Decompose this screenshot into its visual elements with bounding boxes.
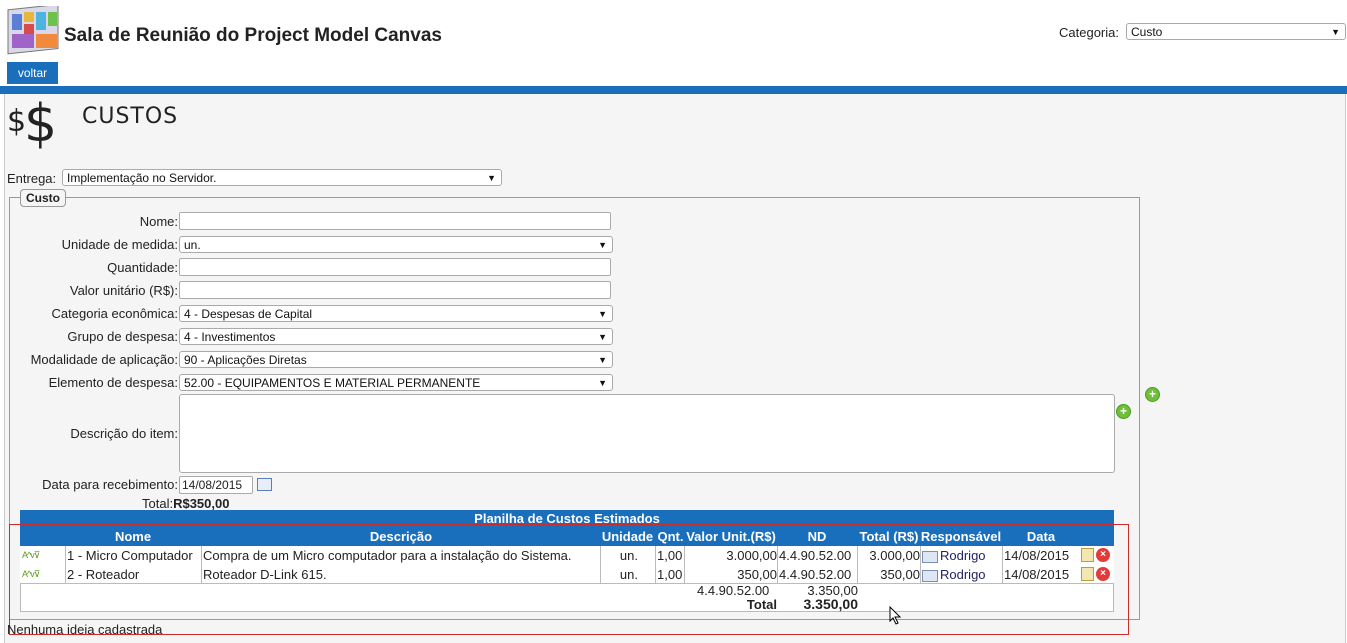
category-select-value: Custo — [1131, 25, 1163, 39]
data-recebimento-label: Data para recebimento: — [42, 477, 178, 492]
edit-icon[interactable] — [1081, 567, 1094, 581]
header-divider — [0, 86, 1347, 94]
form-total-label: Total: — [142, 496, 174, 511]
col-responsavel: Responsável — [920, 529, 1002, 544]
entrega-select[interactable]: Implementação no Servidor. ▼ — [62, 169, 502, 186]
categoria-economica-value: 4 - Despesas de Capital — [184, 307, 313, 321]
chevron-down-icon: ▼ — [1331, 27, 1340, 37]
add-custo-icon[interactable]: + — [1145, 387, 1160, 402]
empty-ideas-message: Nenhuma ideia cadastrada — [7, 622, 163, 637]
delete-icon[interactable]: × — [1096, 548, 1110, 562]
delete-icon[interactable]: × — [1096, 567, 1110, 581]
summary-nd: 4.4.90.52.00 — [697, 583, 770, 598]
summary-total-value: 3.350,00 — [803, 596, 859, 612]
row-responsavel-name: Rodrigo — [940, 567, 986, 582]
table-row: A^v⊽ 2 - Roteador Roteador D-Link 615. u… — [20, 565, 1114, 585]
unidade-label: Unidade de medida: — [61, 237, 178, 252]
row-responsavel-name: Rodrigo — [940, 548, 986, 563]
page-title: Sala de Reunião do Project Model Canvas — [64, 25, 442, 46]
modalidade-value: 90 - Aplicações Diretas — [184, 353, 307, 367]
row-descricao: Roteador D-Link 615. — [201, 565, 601, 584]
row-valor: 3.000,00 — [684, 546, 778, 565]
form-total: Total:R$350,00 — [142, 496, 229, 511]
calendar-icon[interactable] — [257, 478, 272, 491]
unidade-select[interactable]: un. ▼ — [179, 236, 613, 253]
valor-unitario-input[interactable] — [179, 281, 611, 299]
table-header: Nome Descrição Unidade Qnt. Valor Unit.(… — [20, 528, 1114, 546]
data-recebimento-input[interactable]: 14/08/2015 — [179, 476, 253, 494]
row-qnt: 1,00 — [655, 546, 686, 565]
row-valor: 350,00 — [684, 565, 778, 584]
row-unidade: un. — [600, 565, 655, 584]
elemento-despesa-select[interactable]: 52.00 - EQUIPAMENTOS E MATERIAL PERMANEN… — [179, 374, 613, 391]
col-nd: ND — [807, 529, 827, 544]
table-row: A^v⊽ 1 - Micro Computador Compra de um M… — [20, 546, 1114, 566]
descricao-item-textarea[interactable] — [179, 394, 1115, 473]
descricao-item-label: Descrição do item: — [70, 426, 178, 441]
nome-label: Nome: — [139, 214, 178, 229]
category-label: Categoria: — [1059, 25, 1119, 40]
chevron-down-icon: ▼ — [487, 173, 496, 183]
elemento-despesa-label: Elemento de despesa: — [48, 375, 178, 390]
entrega-select-value: Implementação no Servidor. — [67, 171, 217, 185]
row-responsavel[interactable]: Rodrigo — [920, 546, 1002, 565]
chevron-down-icon: ▼ — [598, 355, 607, 365]
row-responsavel[interactable]: Rodrigo — [920, 565, 1002, 584]
col-data: Data — [1026, 529, 1056, 544]
row-total: 350,00 — [857, 565, 921, 584]
back-button[interactable]: voltar — [7, 62, 58, 84]
unidade-select-value: un. — [184, 238, 201, 252]
col-descricao: Descrição — [369, 529, 433, 544]
quantidade-label: Quantidade: — [107, 260, 178, 275]
row-nome: 2 - Roteador — [65, 565, 202, 584]
modalidade-label: Modalidade de aplicação: — [30, 352, 178, 367]
chevron-down-icon: ▼ — [598, 309, 607, 319]
reorder-icons[interactable]: A^v⊽ — [22, 550, 40, 561]
categoria-economica-select[interactable]: 4 - Despesas de Capital ▼ — [179, 305, 613, 322]
reorder-icons[interactable]: A^v⊽ — [22, 569, 40, 580]
row-nd: 4.4.90.52.00 — [777, 565, 858, 584]
table-summary: 4.4.90.52.00 3.350,00 Total 3.350,00 — [20, 583, 1114, 612]
row-unidade: un. — [600, 546, 655, 565]
categoria-economica-label: Categoria econômica: — [51, 306, 178, 321]
nome-input[interactable] — [179, 212, 611, 230]
row-total: 3.000,00 — [857, 546, 921, 565]
col-valor: Valor Unit.(R$) — [686, 529, 776, 544]
row-qnt: 1,00 — [655, 565, 686, 584]
row-nome: 1 - Micro Computador — [65, 546, 202, 565]
mail-icon[interactable] — [922, 569, 938, 582]
grupo-despesa-value: 4 - Investimentos — [184, 330, 276, 344]
col-unidade: Unidade — [601, 529, 654, 544]
row-data: 14/08/2015 — [1002, 546, 1080, 565]
col-total: Total (R$) — [859, 529, 919, 544]
valor-unitario-label: Valor unitário (R$): — [69, 283, 178, 298]
entrega-label: Entrega: — [7, 171, 57, 186]
category-select[interactable]: Custo ▼ — [1126, 23, 1346, 40]
chevron-down-icon: ▼ — [598, 332, 607, 342]
edit-icon[interactable] — [1081, 548, 1094, 562]
section-title: CUSTOS — [82, 104, 179, 129]
col-qnt: Qnt. — [657, 529, 684, 544]
table-title: Planilha de Custos Estimados — [20, 510, 1114, 528]
grupo-despesa-label: Grupo de despesa: — [67, 329, 178, 344]
row-data: 14/08/2015 — [1002, 565, 1080, 584]
mouse-cursor-icon — [889, 606, 902, 625]
chevron-down-icon: ▼ — [598, 240, 607, 250]
summary-total-label: Total — [746, 597, 777, 612]
row-descricao: Compra de um Micro computador para a ins… — [201, 546, 601, 565]
app-header: Sala de Reunião do Project Model Canvas … — [0, 0, 1347, 86]
canvas-logo-icon — [7, 6, 59, 55]
row-nd: 4.4.90.52.00 — [777, 546, 858, 565]
modalidade-select[interactable]: 90 - Aplicações Diretas ▼ — [179, 351, 613, 368]
dollar-big-icon: $ — [24, 94, 58, 154]
elemento-despesa-value: 52.00 - EQUIPAMENTOS E MATERIAL PERMANEN… — [184, 376, 481, 390]
mail-icon[interactable] — [922, 550, 938, 563]
grupo-despesa-select[interactable]: 4 - Investimentos ▼ — [179, 328, 613, 345]
chevron-down-icon: ▼ — [598, 378, 607, 388]
form-total-value: R$350,00 — [173, 496, 230, 511]
quantidade-input[interactable] — [179, 258, 611, 276]
custo-legend: Custo — [20, 189, 66, 207]
add-item-icon[interactable]: + — [1116, 404, 1131, 419]
